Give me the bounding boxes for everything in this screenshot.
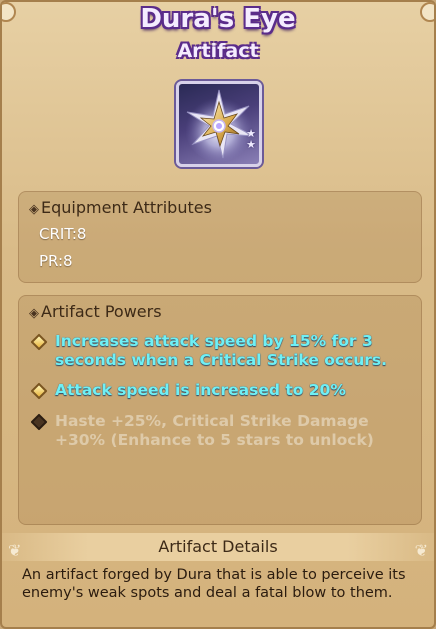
equipment-attributes-header: Equipment Attributes bbox=[41, 198, 212, 217]
power-text-3: Haste +25%, Critical Strike Damage +30% … bbox=[55, 412, 374, 449]
scroll-ornament-icon: ❦ bbox=[8, 541, 22, 560]
power-item-3: Haste +25%, Critical Strike Damage +30% … bbox=[29, 412, 415, 450]
star-icon: ★ bbox=[246, 138, 256, 151]
artifact-powers-header: Artifact Powers bbox=[41, 302, 162, 321]
gem-locked-icon bbox=[30, 413, 48, 431]
power-text-1: Increases attack speed by 15% for 3 seco… bbox=[55, 332, 388, 369]
star-rating: ★ ★ bbox=[246, 128, 256, 150]
crystal-star-emblem-icon bbox=[185, 89, 254, 162]
gem-active-icon bbox=[30, 333, 48, 351]
artifact-name: Dura's Eye bbox=[140, 4, 296, 34]
power-text-2: Attack speed is increased to 20% bbox=[55, 381, 346, 399]
artifact-info-card: Dura's Eye Artifact ★ ★ ◈ Equipment Attr… bbox=[0, 0, 436, 629]
power-item-1: Increases attack speed by 15% for 3 seco… bbox=[29, 332, 415, 370]
diamond-bullet-icon: ◈ bbox=[29, 202, 39, 217]
equipment-attributes-panel: ◈ Equipment Attributes CRIT:8 PR:8 bbox=[18, 191, 422, 283]
attribute-pr: PR:8 bbox=[39, 252, 73, 270]
artifact-details-header: Artifact Details bbox=[158, 537, 278, 556]
scroll-ornament-icon: ❦ bbox=[414, 541, 428, 560]
attribute-crit: CRIT:8 bbox=[39, 225, 87, 243]
power-item-2: Attack speed is increased to 20% bbox=[29, 381, 415, 400]
diamond-bullet-icon: ◈ bbox=[29, 306, 39, 321]
gem-active-icon bbox=[30, 382, 48, 400]
artifact-details-header-bar: ❦ Artifact Details ❦ bbox=[2, 533, 434, 561]
artifact-description: An artifact forged by Dura that is able … bbox=[22, 567, 406, 601]
item-type-label: Artifact bbox=[177, 40, 259, 62]
artifact-icon[interactable]: ★ ★ bbox=[176, 81, 262, 167]
artifact-powers-panel: ◈ Artifact Powers Increases attack speed … bbox=[18, 295, 422, 525]
